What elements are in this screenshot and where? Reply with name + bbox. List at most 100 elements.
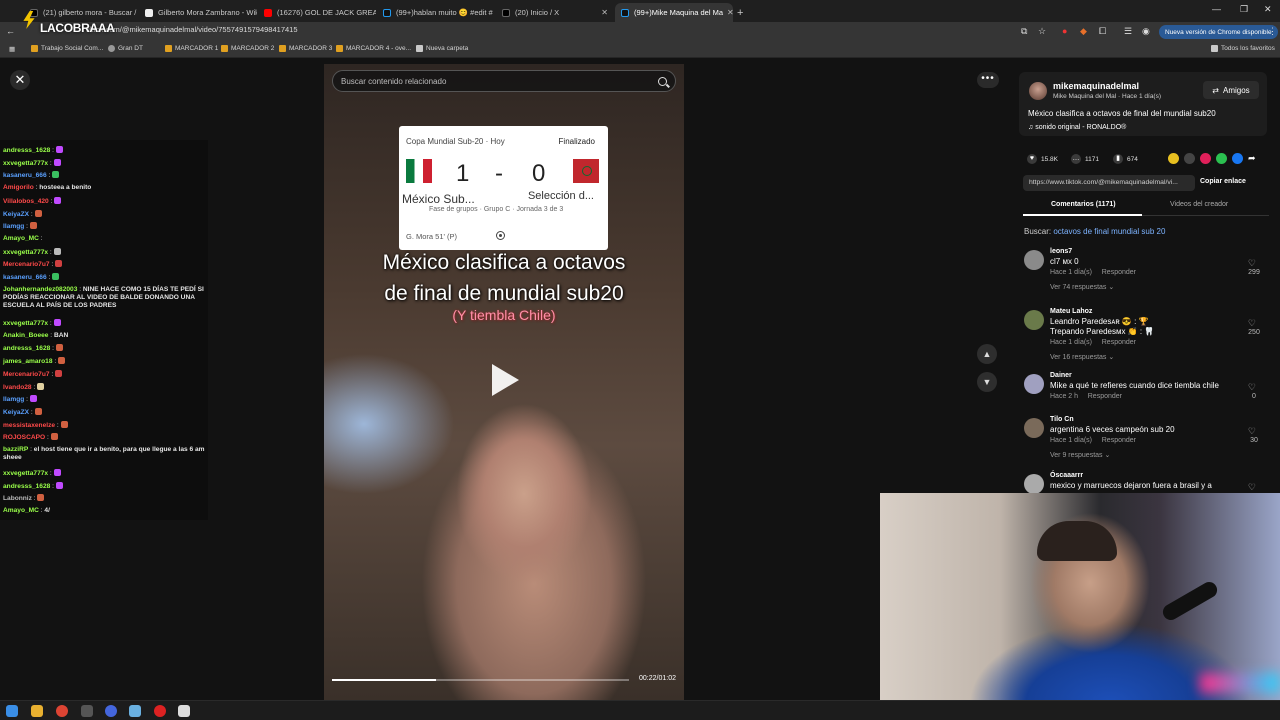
close-video-button[interactable]: ✕ (10, 70, 30, 90)
embed-icon[interactable] (1184, 153, 1195, 164)
send-icon[interactable] (1200, 153, 1211, 164)
view-replies-link[interactable]: Ver 16 respuestas ⌄ (1050, 353, 1114, 361)
video-link-field[interactable]: https://www.tiktok.com/@mikemaquinadelma… (1023, 175, 1195, 191)
avatar[interactable] (1024, 250, 1044, 270)
chat-username[interactable]: Villalobos_420 (3, 198, 49, 205)
chat-username[interactable]: Labonniz (3, 495, 32, 502)
friends-button[interactable]: ⇄ Amigos (1203, 81, 1259, 99)
tab-search-icon[interactable]: ☰ (1124, 26, 1132, 37)
chat-username[interactable]: Johanhernandez082003 (3, 286, 77, 293)
obs-icon[interactable] (154, 705, 166, 717)
close-tab-icon[interactable]: ✕ (597, 8, 608, 17)
chat-username[interactable]: Mercenario7u7 (3, 261, 50, 268)
view-replies-link[interactable]: Ver 74 respuestas ⌄ (1050, 283, 1114, 291)
chat-username[interactable]: llamgg (3, 223, 24, 230)
comment-author[interactable]: Óscaaarrr (1050, 472, 1083, 479)
chat-username[interactable]: Amayo_MC (3, 507, 39, 514)
whatsapp-icon[interactable] (1216, 153, 1227, 164)
view-replies-link[interactable]: Ver 9 respuestas ⌄ (1050, 451, 1110, 459)
file-explorer-icon[interactable] (31, 705, 43, 717)
bookmark-item[interactable]: MARCADOR 4 - ove... (336, 45, 411, 52)
bookmark-item[interactable]: MARCADOR 3 (279, 45, 332, 52)
app-icon[interactable] (81, 705, 93, 717)
bookmark-item[interactable]: MARCADOR 1 (165, 45, 218, 52)
comment-meta[interactable]: Hace 1 día(s) Responder (1050, 269, 1136, 276)
minimize-icon[interactable]: — (1212, 4, 1221, 14)
chrome-update-button[interactable]: Nueva versión de Chrome disponible (1159, 25, 1278, 39)
heart-icon[interactable]: ♡ (1248, 318, 1256, 329)
bookmark-item[interactable]: MARCADOR 2 (221, 45, 274, 52)
video-player[interactable]: Buscar contenido relacionado Copa Mundia… (324, 64, 684, 700)
comment-meta[interactable]: Hace 1 día(s) Responder (1050, 437, 1136, 444)
more-options-icon[interactable]: ••• (977, 72, 999, 88)
like-button[interactable]: ♥ 15.8K (1027, 154, 1058, 164)
share-arrow-icon[interactable]: ➦ (1248, 153, 1259, 164)
avatar[interactable] (1024, 374, 1044, 394)
url-field[interactable]: tiktok.com/@mikemaquinadelmal/video/7557… (86, 25, 298, 34)
comment-meta[interactable]: Hace 1 día(s) Responder (1050, 339, 1136, 346)
extensions-puzzle-icon[interactable]: ⧠ (1099, 26, 1106, 37)
chat-username[interactable]: KeiyaZX (3, 409, 29, 416)
browser-tab[interactable]: (20) Inicio / X ✕ (496, 3, 614, 22)
browser-tab[interactable]: (99+)hablan muito 😊 #edit #✕ (377, 3, 495, 22)
chat-username[interactable]: xxvegetta777x (3, 470, 48, 477)
all-bookmarks[interactable]: Todos los favoritos (1211, 45, 1275, 52)
app-icon[interactable] (129, 705, 141, 717)
close-tab-icon[interactable]: ✕ (493, 8, 495, 17)
copy-link-button[interactable]: Copiar enlace (1200, 178, 1246, 185)
avatar[interactable] (1029, 82, 1047, 100)
chat-username[interactable]: KeiyaZX (3, 211, 29, 218)
chat-username[interactable]: Amayo_MC (3, 235, 39, 242)
chat-username[interactable]: Ivando28 (3, 384, 32, 391)
save-button[interactable]: ▮ 674 (1113, 154, 1138, 164)
chrome-icon[interactable] (56, 705, 68, 717)
bookmark-item[interactable]: Gran DT (108, 45, 143, 52)
comment-author[interactable]: Tilo Cn (1050, 416, 1074, 423)
chat-username[interactable]: ROJOSCAPO (3, 434, 45, 441)
comment-author[interactable]: Mateu Lahoz (1050, 308, 1092, 315)
browser-tab[interactable]: Gilberto Mora Zambrano - Wik✕ (139, 3, 257, 22)
avatar[interactable] (1024, 418, 1044, 438)
close-tab-icon[interactable]: ✕ (723, 8, 733, 17)
author-username[interactable]: mikemaquinadelmal (1053, 81, 1139, 91)
profile-icon[interactable]: ◉ (1142, 26, 1150, 37)
comment-author[interactable]: leons7 (1050, 248, 1072, 255)
related-search-input[interactable]: Buscar contenido relacionado (332, 70, 676, 92)
search-icon[interactable] (658, 76, 667, 86)
app-icon[interactable] (178, 705, 190, 717)
bookmark-item[interactable]: Trabajo Social Com... (31, 45, 103, 52)
chat-username[interactable]: Mercenario7u7 (3, 371, 50, 378)
chat-username[interactable]: messistaxenelze (3, 422, 55, 429)
heart-icon[interactable]: ♡ (1248, 426, 1256, 437)
tab-comments[interactable]: Comentarios (1171) (1051, 201, 1116, 208)
play-icon[interactable] (492, 364, 519, 396)
avatar[interactable] (1024, 474, 1044, 494)
chat-username[interactable]: james_amaro18 (3, 358, 53, 365)
heart-icon[interactable]: ♡ (1248, 382, 1256, 393)
browser-tab-active[interactable]: (99+)Mike Maquina del Ma ✕ (615, 3, 733, 22)
chat-username[interactable]: bazziRP (3, 446, 28, 453)
heart-icon[interactable]: ♡ (1248, 258, 1256, 269)
heart-icon[interactable]: ♡ (1248, 482, 1256, 493)
bookmark-star-icon[interactable]: ☆ (1038, 26, 1046, 37)
facebook-icon[interactable] (1232, 153, 1243, 164)
chat-username[interactable]: kasaneru_666 (3, 172, 47, 179)
video-progress-bar[interactable] (332, 679, 629, 681)
chat-username[interactable]: llamgg (3, 396, 24, 403)
chat-username[interactable]: andresss_1628 (3, 345, 50, 352)
chat-username[interactable]: xxvegetta777x (3, 249, 48, 256)
previous-video-icon[interactable]: ▲ (977, 344, 997, 364)
chat-username[interactable]: xxvegetta777x (3, 160, 48, 167)
app-icon[interactable] (105, 705, 117, 717)
sound-link[interactable]: ♫ sonido original - RONALDO® (1028, 124, 1126, 131)
comment-author[interactable]: Dainer (1050, 372, 1072, 379)
chat-username[interactable]: Amigorilo (3, 184, 34, 191)
share-icon[interactable] (1168, 153, 1179, 164)
chat-username[interactable]: andresss_1628 (3, 147, 50, 154)
comment-meta[interactable]: Hace 2 h Responder (1050, 393, 1122, 400)
bookmark-item[interactable]: Nueva carpeta (416, 45, 468, 52)
chat-username[interactable]: xxvegetta777x (3, 320, 48, 327)
windows-start-icon[interactable] (6, 705, 18, 717)
extension-icon[interactable]: ● (1062, 26, 1067, 36)
cast-icon[interactable]: ⧉ (1021, 26, 1027, 37)
